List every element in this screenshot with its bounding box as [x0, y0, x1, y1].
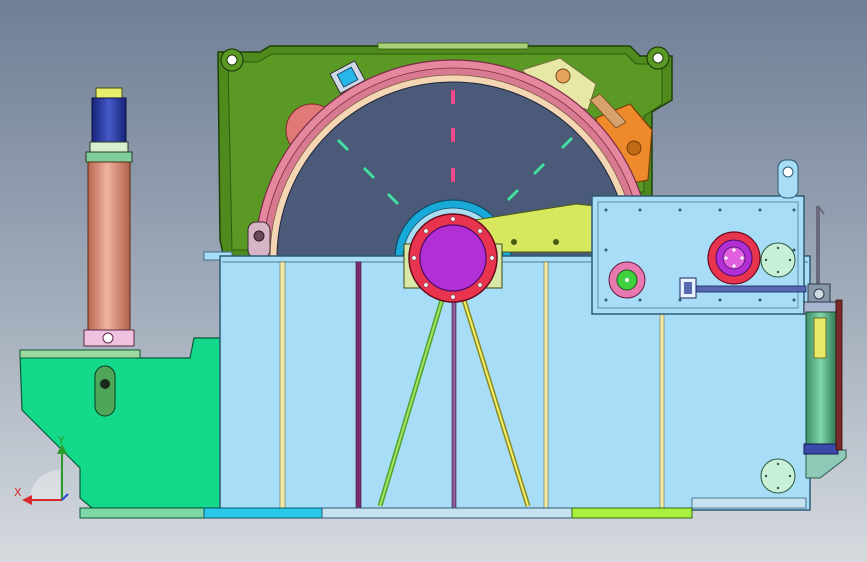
axis-y-label: Y [57, 434, 65, 447]
drive-shaft [687, 285, 807, 293]
axis-x-label: X [14, 486, 22, 499]
inspection-cover-lower [760, 458, 796, 494]
hydraulic-cylinder-left [83, 87, 135, 347]
drum-bracket-left [247, 221, 271, 259]
cad-drawing: X Y [0, 0, 867, 562]
cad-viewport[interactable]: X Y [0, 0, 867, 562]
base-slot [94, 365, 116, 417]
